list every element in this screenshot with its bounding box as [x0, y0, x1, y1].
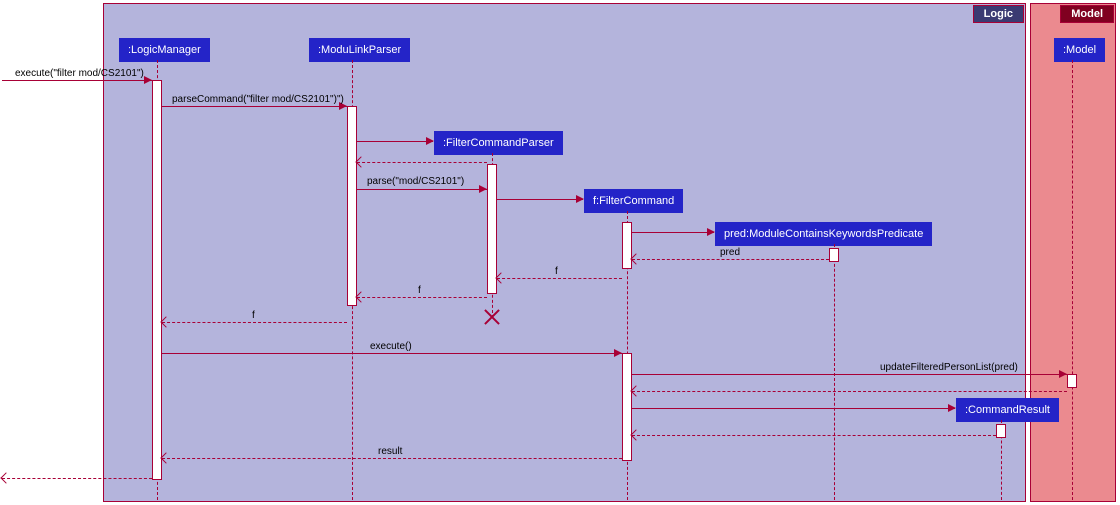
arrow-m10 — [162, 458, 622, 459]
participant-filtercommandparser: :FilterCommandParser — [434, 131, 563, 155]
arrowhead-create-pred — [707, 228, 715, 236]
arrow-m2 — [162, 106, 347, 107]
activation-filtercommand-2 — [622, 353, 632, 461]
arrow-m8 — [162, 353, 622, 354]
logic-title: Logic — [973, 5, 1024, 23]
participant-modulinkparser: :ModuLinkParser — [309, 38, 410, 62]
arrow-m6 — [357, 297, 487, 298]
participant-logicmanager: :LogicManager — [119, 38, 210, 62]
activation-logicmanager — [152, 80, 162, 480]
arrowhead-m3 — [479, 185, 487, 193]
arrowhead-create-cr — [948, 404, 956, 412]
label-m10: result — [378, 446, 402, 457]
model-box: Model — [1030, 3, 1116, 502]
logic-box: Logic — [103, 3, 1026, 502]
destroy-fcp-icon — [484, 309, 500, 325]
arrow-final-ret — [2, 478, 152, 479]
arrow-create-cr — [632, 408, 955, 409]
participant-commandresult: :CommandResult — [956, 398, 1059, 422]
arrow-m9 — [632, 374, 1067, 375]
arrow-m7 — [162, 322, 347, 323]
arrowhead-final-ret — [0, 472, 11, 483]
label-m1: execute("filter mod/CS2101") — [15, 68, 144, 79]
arrowhead-create-fcp — [426, 137, 434, 145]
label-m7: f — [252, 310, 255, 321]
activation-modulinkparser — [347, 106, 357, 306]
arrow-m9-ret — [632, 391, 1067, 392]
arrow-m3 — [357, 189, 487, 190]
activation-commandresult — [996, 424, 1006, 438]
label-m8: execute() — [370, 341, 412, 352]
arrow-create-fcp — [357, 141, 433, 142]
arrow-create-fcp-ret — [357, 162, 487, 163]
arrowhead-m9 — [1059, 370, 1067, 378]
arrow-create-cr-ret — [632, 435, 996, 436]
label-m9: updateFilteredPersonList(pred) — [880, 362, 1018, 373]
activation-filtercommand-1 — [622, 222, 632, 269]
label-m4: pred — [720, 247, 740, 258]
arrowhead-m1 — [144, 76, 152, 84]
activation-predicate — [829, 248, 839, 262]
arrow-m5 — [497, 278, 622, 279]
arrow-create-fc — [497, 199, 583, 200]
lifeline-model — [1072, 60, 1073, 500]
lifeline-predicate — [834, 244, 835, 500]
participant-model: :Model — [1054, 38, 1105, 62]
arrowhead-create-fc — [576, 195, 584, 203]
arrow-create-pred — [632, 232, 714, 233]
label-m6: f — [418, 285, 421, 296]
activation-model — [1067, 374, 1077, 388]
activation-filtercommandparser — [487, 164, 497, 294]
label-m2: parseCommand("filter mod/CS2101")") — [172, 94, 344, 105]
label-m3: parse("mod/CS2101") — [367, 176, 464, 187]
arrow-m4 — [632, 259, 829, 260]
arrowhead-m8 — [614, 349, 622, 357]
label-m5: f — [555, 266, 558, 277]
participant-filtercommand: f:FilterCommand — [584, 189, 683, 213]
model-title: Model — [1060, 5, 1114, 23]
participant-predicate: pred:ModuleContainsKeywordsPredicate — [715, 222, 932, 246]
arrow-m1 — [2, 80, 152, 81]
